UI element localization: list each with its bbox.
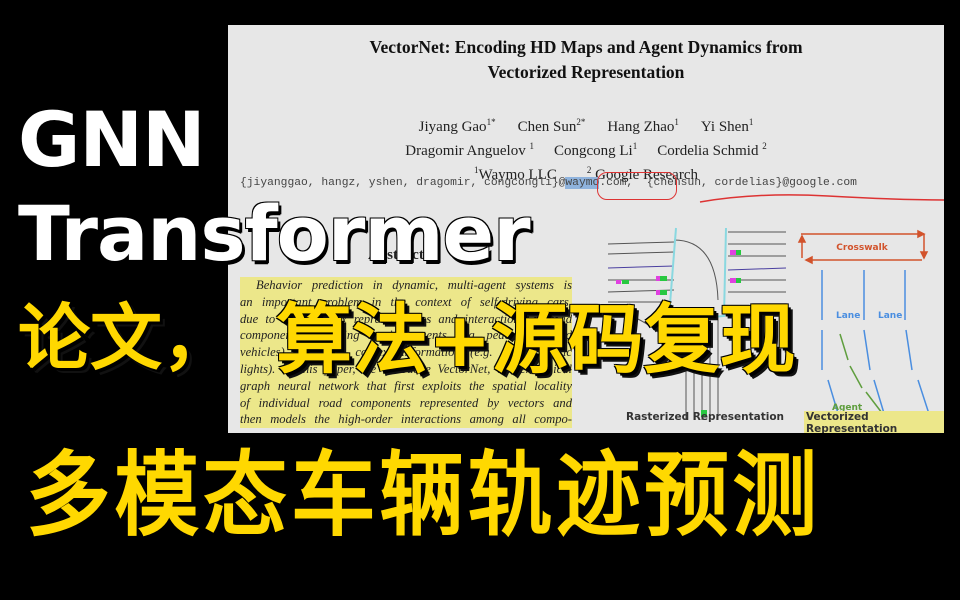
lane-label: Lane <box>836 311 860 321</box>
lane-label: Lane <box>878 311 902 321</box>
author-name: Dragomir Anguelov 1 <box>405 141 534 159</box>
author-name: Chen Sun2* <box>517 117 586 135</box>
authors-line-1: Jiyang Gao1* Chen Sun2* Hang Zhao1 Yi Shen1 <box>228 113 944 137</box>
abstract-line: Behavior prediction in dynamic, multi-ag… <box>240 277 572 294</box>
overlay-gnn-title: GNN <box>18 95 206 184</box>
email-selected-text: waymo <box>565 177 600 189</box>
author-name: Hang Zhao1 <box>607 117 679 135</box>
lane-vectors <box>821 270 932 421</box>
red-annotation-circle <box>597 172 677 200</box>
paper-title-line-2: Vectorized Representation <box>487 62 685 82</box>
vectorized-caption: Vectorized Representation <box>804 411 944 433</box>
paper-title-line-1: VectorNet: Encoding HD Maps and Agent Dy… <box>369 37 803 57</box>
rasterized-caption: Rasterized Representation <box>626 411 785 423</box>
author-name: Cordelia Schmid 2 <box>657 141 767 159</box>
abstract-line: then models the high-order interactions … <box>240 411 572 429</box>
overlay-transformer-title: Transformer <box>18 189 531 278</box>
abstract-line: of individual road components represente… <box>240 394 572 412</box>
overlay-bottom-headline: 多模态车辆轨迹预测 <box>26 442 821 549</box>
email-prefix: {jiyanggao, hangz, yshen, dragomir, cong… <box>240 177 566 189</box>
overlay-paper-label: 论文， <box>18 296 235 380</box>
overlay-algorithm-code-label: 算法+源码复现 <box>276 295 796 384</box>
paper-title: VectorNet: Encoding HD Maps and Agent Dy… <box>228 35 944 85</box>
author-name: Yi Shen1 <box>700 117 754 135</box>
authors-line-2: Dragomir Anguelov 1 Congcong Li1 Cordelia … <box>228 137 944 161</box>
red-annotation-underline <box>699 194 944 203</box>
author-name: Jiyang Gao1* <box>418 117 496 135</box>
agent-trajectory <box>839 333 883 414</box>
paper-authors: Jiyang Gao1* Chen Sun2* Hang Zhao1 Yi Shen1… <box>228 113 944 185</box>
paper-emails: {jiyanggao, hangz, yshen, dragomir, cong… <box>240 177 857 189</box>
author-name: Congcong Li1 <box>553 141 638 159</box>
crosswalk-label: Crosswalk <box>836 243 888 253</box>
